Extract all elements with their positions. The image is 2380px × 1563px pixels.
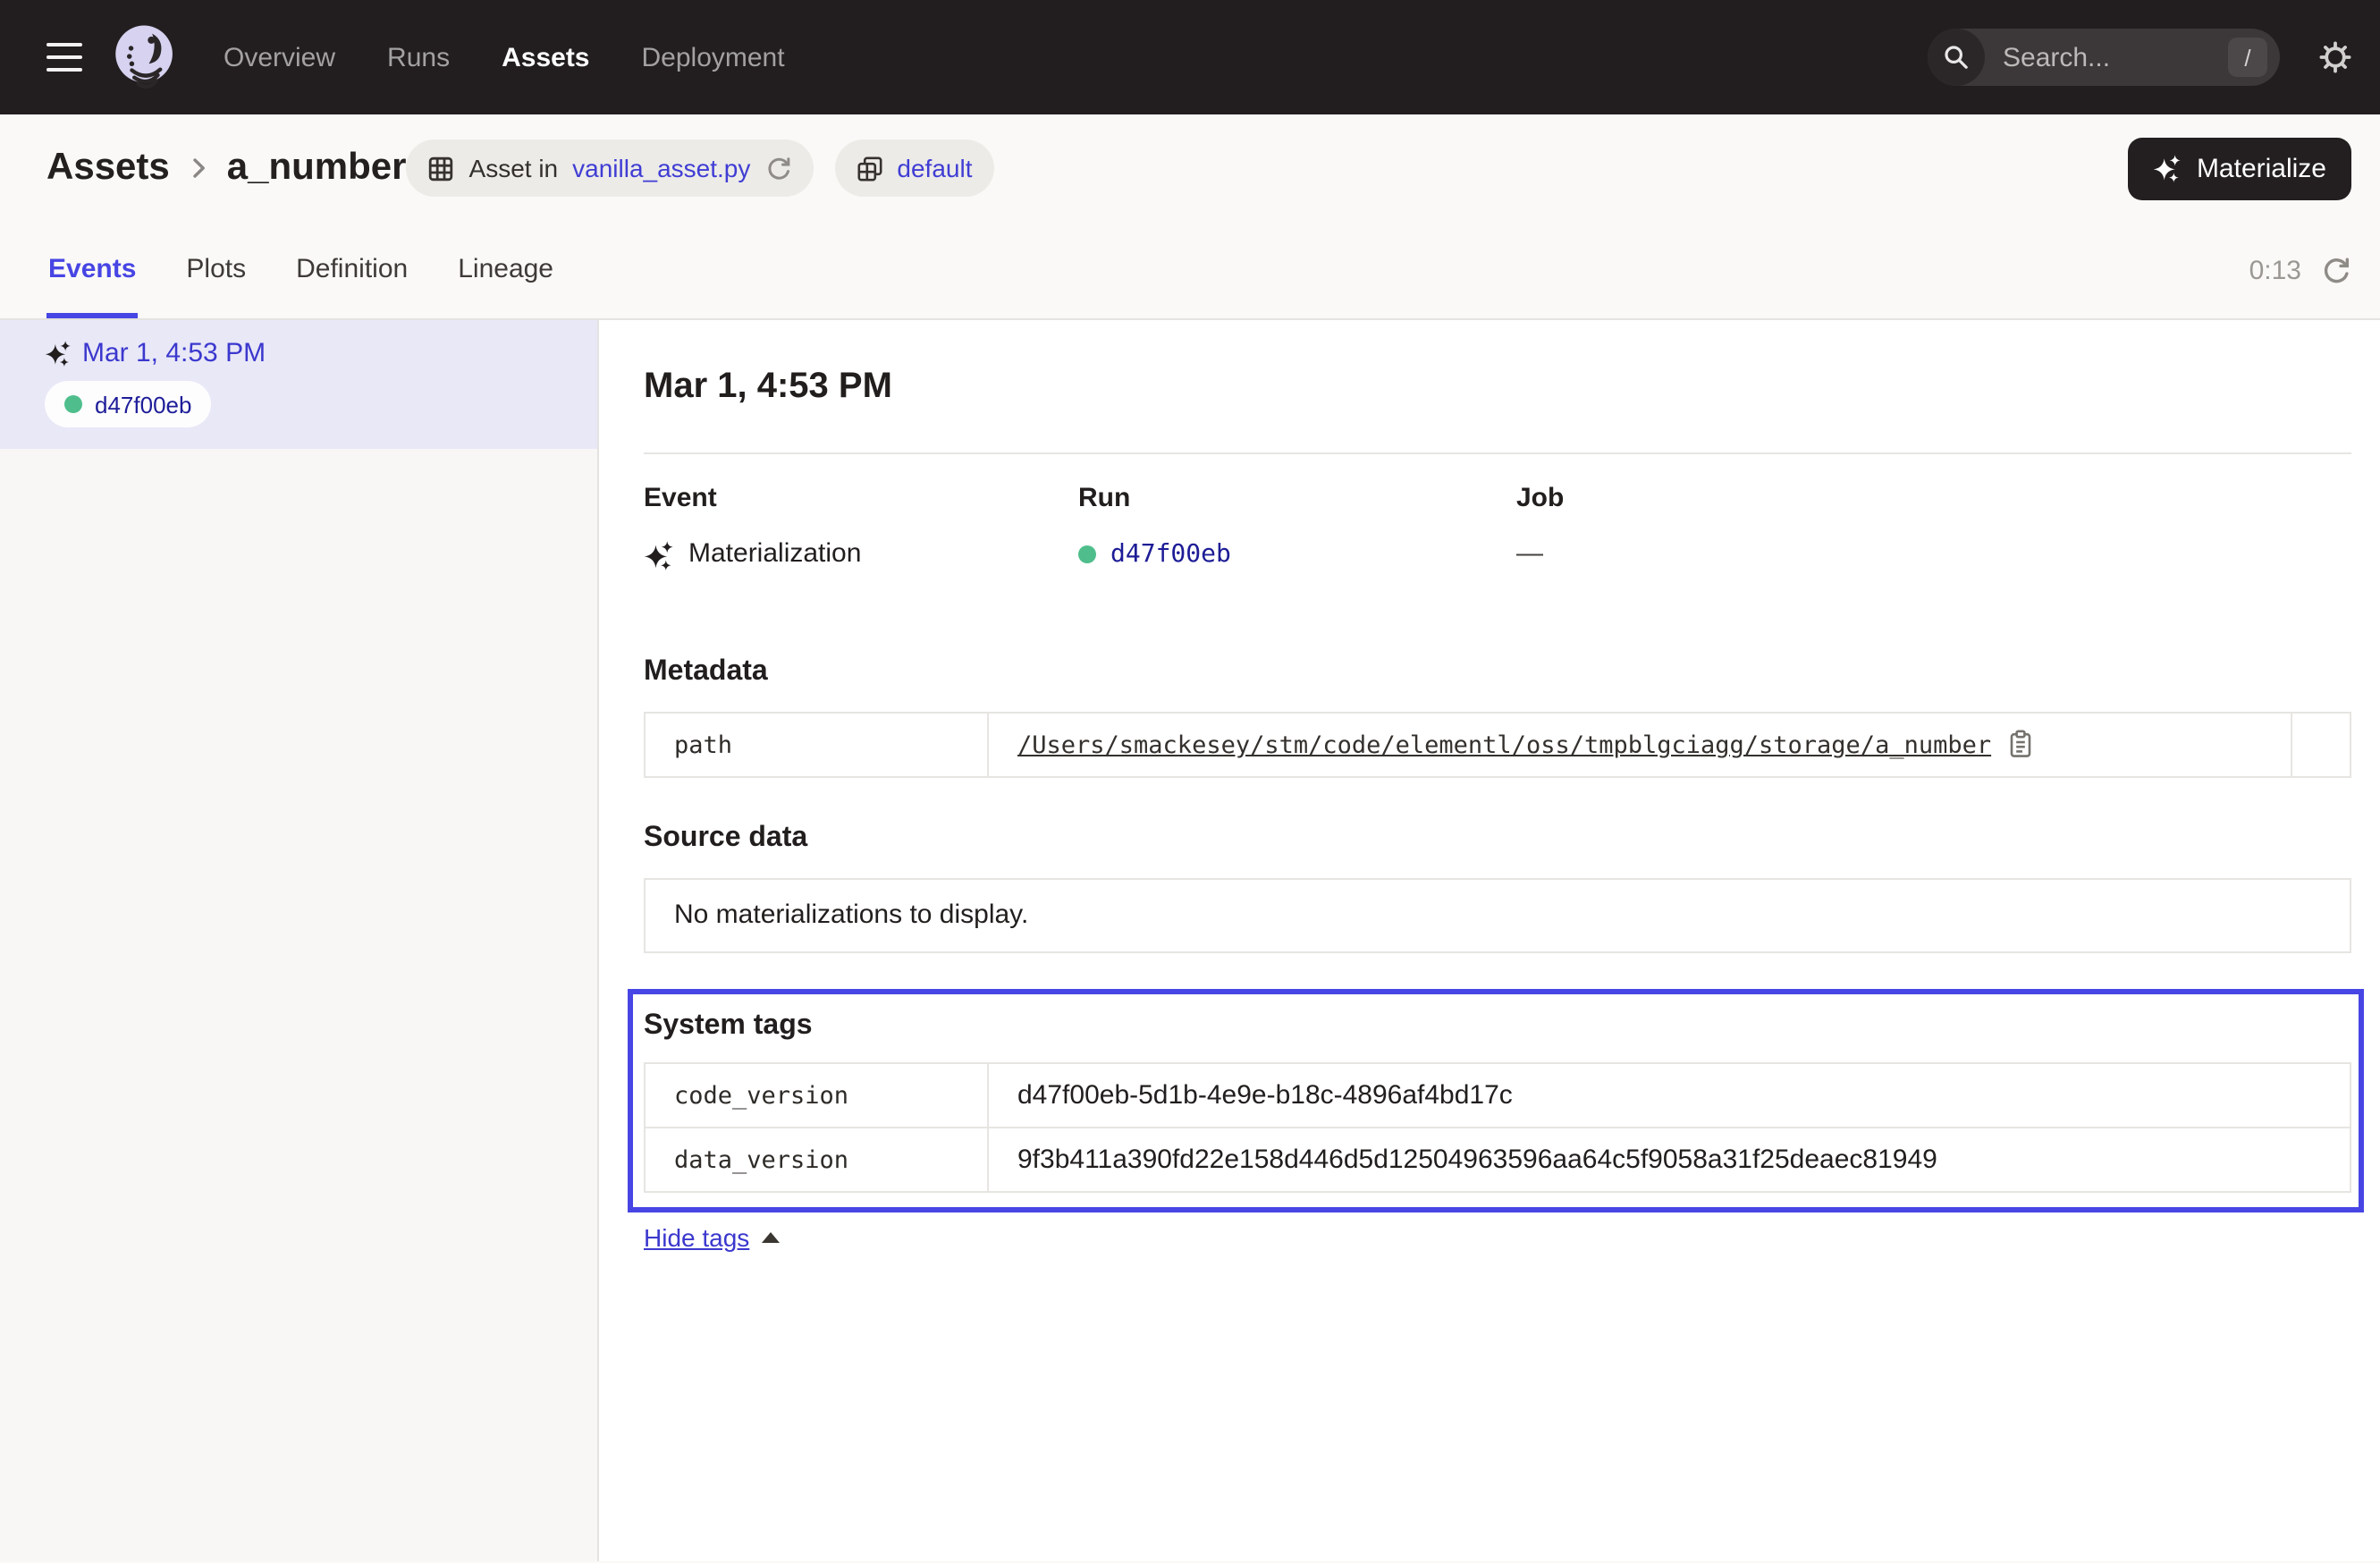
dagster-logo-icon[interactable] bbox=[109, 21, 181, 93]
system-tag-value: d47f00eb-5d1b-4e9e-b18c-4896af4bd17c bbox=[988, 1063, 2350, 1128]
system-tag-row: code_version d47f00eb-5d1b-4e9e-b18c-489… bbox=[645, 1063, 2350, 1128]
job-column-label: Job bbox=[1516, 483, 2351, 515]
run-tag-id: d47f00eb bbox=[95, 391, 191, 418]
repository-icon bbox=[856, 155, 882, 182]
primary-nav: Overview Runs Assets Deployment bbox=[224, 42, 785, 72]
nav-assets[interactable]: Assets bbox=[502, 42, 589, 72]
event-timestamp-link[interactable]: Mar 1, 4:53 PM bbox=[82, 338, 266, 368]
tab-definition[interactable]: Definition bbox=[294, 222, 409, 318]
page-header: Assets a_number Asset in vanilla_asset.p… bbox=[0, 114, 2380, 222]
system-tags-heading: System tags bbox=[644, 1009, 2351, 1044]
event-list-sidebar: Mar 1, 4:53 PM d47f00eb bbox=[0, 320, 599, 1561]
asset-definition-chip: Asset in vanilla_asset.py bbox=[407, 139, 814, 197]
event-type-value: Materialization bbox=[688, 536, 861, 572]
reload-definitions-icon[interactable] bbox=[764, 155, 791, 182]
app: Overview Runs Assets Deployment / bbox=[0, 0, 2380, 1563]
event-summary-columns: Event Materialization Run d47f0 bbox=[644, 483, 2351, 572]
auto-refresh-timer: 0:13 bbox=[2249, 255, 2301, 285]
path-link[interactable]: /Users/smackesey/stm/code/elementl/oss/t… bbox=[1017, 731, 1991, 760]
asset-chip-prefix: Asset in bbox=[469, 154, 559, 182]
system-tags-table: code_version d47f00eb-5d1b-4e9e-b18c-489… bbox=[644, 1062, 2351, 1193]
event-detail-panel: Mar 1, 4:53 PM Event Materialization bbox=[599, 320, 2380, 1561]
run-status-dot-icon bbox=[64, 395, 82, 413]
asset-tabs-row: Events Plots Definition Lineage 0:13 bbox=[0, 222, 2380, 320]
job-value: — bbox=[1516, 536, 1543, 572]
global-search[interactable]: / bbox=[1928, 29, 2280, 86]
event-detail-title: Mar 1, 4:53 PM bbox=[644, 365, 2351, 408]
hide-tags-label: Hide tags bbox=[644, 1223, 749, 1252]
breadcrumb: Assets a_number bbox=[46, 147, 407, 190]
topbar-right: / bbox=[1928, 29, 2355, 86]
chevron-right-icon bbox=[190, 156, 207, 181]
search-shortcut-badge: / bbox=[2228, 38, 2267, 77]
copy-path-icon[interactable] bbox=[2007, 730, 2032, 758]
nav-overview[interactable]: Overview bbox=[224, 42, 335, 72]
materialization-sparkle-icon bbox=[45, 340, 72, 367]
event-list-item-selected[interactable]: Mar 1, 4:53 PM d47f00eb bbox=[0, 320, 597, 449]
top-navigation-bar: Overview Runs Assets Deployment / bbox=[0, 0, 2380, 114]
search-icon bbox=[1928, 29, 1985, 86]
run-column-label: Run bbox=[1078, 483, 1516, 515]
caret-up-icon bbox=[762, 1232, 780, 1243]
source-data-empty-message: No materializations to display. bbox=[644, 878, 2351, 953]
sparkle-icon bbox=[2154, 154, 2182, 182]
run-status-dot-icon bbox=[1078, 545, 1096, 563]
metadata-table: path /Users/smackesey/stm/code/elementl/… bbox=[644, 712, 2351, 778]
asset-tabs: Events Plots Definition Lineage bbox=[46, 222, 555, 318]
breadcrumb-assets-link[interactable]: Assets bbox=[46, 147, 170, 190]
repository-chip: default bbox=[834, 139, 993, 197]
system-tag-value: 9f3b411a390fd22e158d446d5d12504963596aa6… bbox=[988, 1128, 2350, 1192]
metadata-heading: Metadata bbox=[644, 655, 2351, 690]
run-tag-badge: d47f00eb bbox=[45, 381, 211, 427]
materialize-label: Materialize bbox=[2197, 153, 2326, 183]
nav-deployment[interactable]: Deployment bbox=[642, 42, 785, 72]
asset-grid-icon bbox=[428, 155, 455, 182]
hide-tags-link[interactable]: Hide tags bbox=[644, 1223, 780, 1252]
asset-file-link[interactable]: vanilla_asset.py bbox=[572, 154, 750, 182]
system-tag-key: code_version bbox=[645, 1063, 988, 1128]
asset-name: a_number bbox=[227, 147, 407, 190]
source-data-heading: Source data bbox=[644, 821, 2351, 857]
system-tags-section-highlighted: System tags code_version d47f00eb-5d1b-4… bbox=[628, 989, 2364, 1212]
materialize-button[interactable]: Materialize bbox=[2129, 137, 2351, 199]
settings-gear-icon[interactable] bbox=[2316, 38, 2355, 77]
tab-events[interactable]: Events bbox=[46, 222, 138, 318]
tab-lineage[interactable]: Lineage bbox=[456, 222, 555, 318]
run-id-link[interactable]: d47f00eb bbox=[1110, 536, 1231, 572]
hamburger-menu-icon[interactable] bbox=[46, 43, 82, 72]
metadata-row: path /Users/smackesey/stm/code/elementl/… bbox=[645, 713, 2350, 777]
metadata-key: path bbox=[645, 713, 988, 777]
search-input[interactable] bbox=[1985, 42, 2228, 72]
divider bbox=[644, 452, 2351, 454]
tab-plots[interactable]: Plots bbox=[184, 222, 248, 318]
refresh-icon[interactable] bbox=[2319, 254, 2351, 286]
system-tag-key: data_version bbox=[645, 1128, 988, 1192]
metadata-value-cell: /Users/smackesey/stm/code/elementl/oss/t… bbox=[988, 713, 2291, 777]
nav-runs[interactable]: Runs bbox=[387, 42, 450, 72]
metadata-actions-cell bbox=[2291, 713, 2350, 777]
event-column-label: Event bbox=[644, 483, 1078, 515]
system-tag-row: data_version 9f3b411a390fd22e158d446d5d1… bbox=[645, 1128, 2350, 1192]
repository-link[interactable]: default bbox=[897, 154, 972, 182]
materialization-sparkle-icon bbox=[644, 539, 674, 570]
